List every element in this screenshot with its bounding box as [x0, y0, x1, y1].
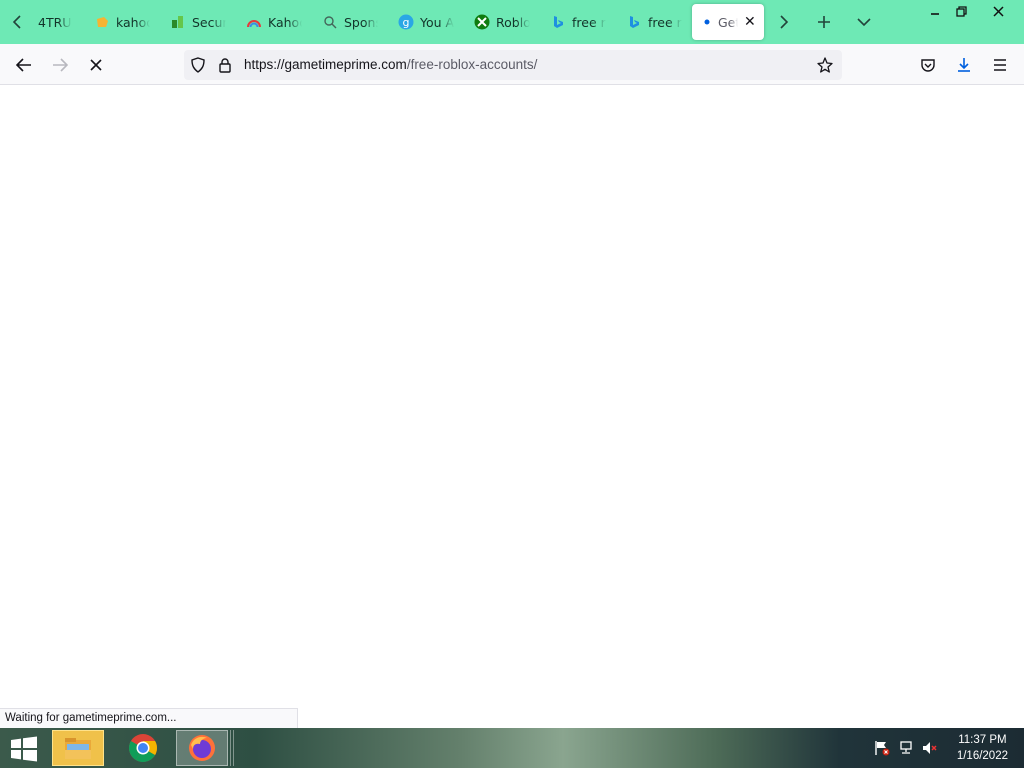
url-path: /free-roblox-accounts/ [406, 57, 538, 72]
tab-title: Spons [344, 14, 378, 30]
tab-title: Kahoo [268, 14, 302, 30]
new-tab-button[interactable] [804, 0, 844, 44]
tab-title: free ro [648, 14, 682, 30]
forward-button[interactable] [45, 50, 75, 80]
taskbar-divider [230, 730, 234, 766]
search-icon [322, 14, 338, 30]
tab-title: free ro [572, 14, 606, 30]
firefox-taskbar-button[interactable] [176, 730, 228, 766]
navigation-toolbar: https://gametimeprime.com/free-roblox-ac… [0, 44, 1024, 85]
tab-roblox[interactable]: Roblo [468, 4, 544, 40]
tab-4tru[interactable]: 4TRU [34, 4, 88, 40]
tab-scroll-right-button[interactable] [764, 0, 804, 44]
xbox-icon [474, 14, 490, 30]
network-icon[interactable] [897, 740, 915, 756]
downloads-button[interactable] [949, 50, 979, 80]
g-icon: g [398, 14, 414, 30]
tab-title: Secur [192, 14, 226, 30]
tab-title: 4TRU [38, 14, 72, 30]
system-clock[interactable]: 11:37 PM 1/16/2022 [957, 732, 1008, 764]
restore-button[interactable] [944, 0, 978, 22]
tab-bar: 4TRU kahoo Secur Kahoo Spons g You A [0, 0, 1024, 44]
windows-logo-icon [11, 736, 37, 762]
clock-time: 11:37 PM [958, 734, 1007, 746]
file-explorer-taskbar-button[interactable] [52, 730, 104, 766]
svg-text:g: g [403, 16, 410, 29]
tracking-protection-shield-icon[interactable] [189, 56, 207, 74]
tab-title: Get [718, 14, 738, 30]
bookmark-star-icon[interactable] [816, 56, 834, 74]
tab-free-ro-2[interactable]: free ro [620, 4, 690, 40]
status-panel: Waiting for gametimeprime.com... [0, 708, 298, 729]
tab-title: You A [420, 14, 454, 30]
tab-free-ro-1[interactable]: free ro [544, 4, 620, 40]
url-text[interactable]: https://gametimeprime.com/free-roblox-ac… [244, 57, 537, 72]
tab-kahoot-2[interactable]: Kahoo [240, 4, 316, 40]
back-button[interactable] [9, 50, 39, 80]
tab-sponsored[interactable]: Spons [316, 4, 392, 40]
loading-dot-icon [702, 14, 712, 30]
stop-loading-button[interactable] [81, 50, 111, 80]
bing-icon [550, 14, 566, 30]
page-content [0, 85, 1024, 728]
lock-icon[interactable] [216, 56, 234, 74]
tab-get-active[interactable]: Get ✕ [692, 4, 764, 40]
tab-close-icon[interactable]: ✕ [744, 14, 756, 30]
start-button[interactable] [4, 732, 44, 766]
url-domain: https://gametimeprime.com [244, 57, 407, 72]
address-bar[interactable]: https://gametimeprime.com/free-roblox-ac… [184, 50, 842, 80]
bing-icon [626, 14, 642, 30]
tab-scroll-left-button[interactable] [0, 0, 34, 44]
chrome-icon [129, 734, 157, 762]
list-all-tabs-button[interactable] [844, 0, 884, 44]
kahoot-tag-icon [94, 14, 110, 30]
firefox-icon [189, 735, 215, 761]
security-icon [170, 14, 186, 30]
app-menu-button[interactable] [985, 50, 1015, 80]
taskbar: 11:37 PM 1/16/2022 [0, 728, 1024, 768]
volume-muted-icon[interactable] [921, 740, 939, 756]
chrome-taskbar-button[interactable] [117, 730, 169, 766]
tab-security[interactable]: Secur [164, 4, 240, 40]
pocket-button[interactable] [913, 50, 943, 80]
tab-you-a[interactable]: g You A [392, 4, 468, 40]
close-window-button[interactable] [981, 0, 1015, 22]
folder-icon [65, 738, 91, 759]
action-center-flag-icon[interactable] [873, 740, 891, 756]
tab-kahoot-1[interactable]: kahoo [88, 4, 164, 40]
tab-title: Roblo [496, 14, 530, 30]
rainbow-icon [246, 14, 262, 30]
tab-title: kahoo [116, 14, 150, 30]
clock-date: 1/16/2022 [956, 750, 1008, 762]
